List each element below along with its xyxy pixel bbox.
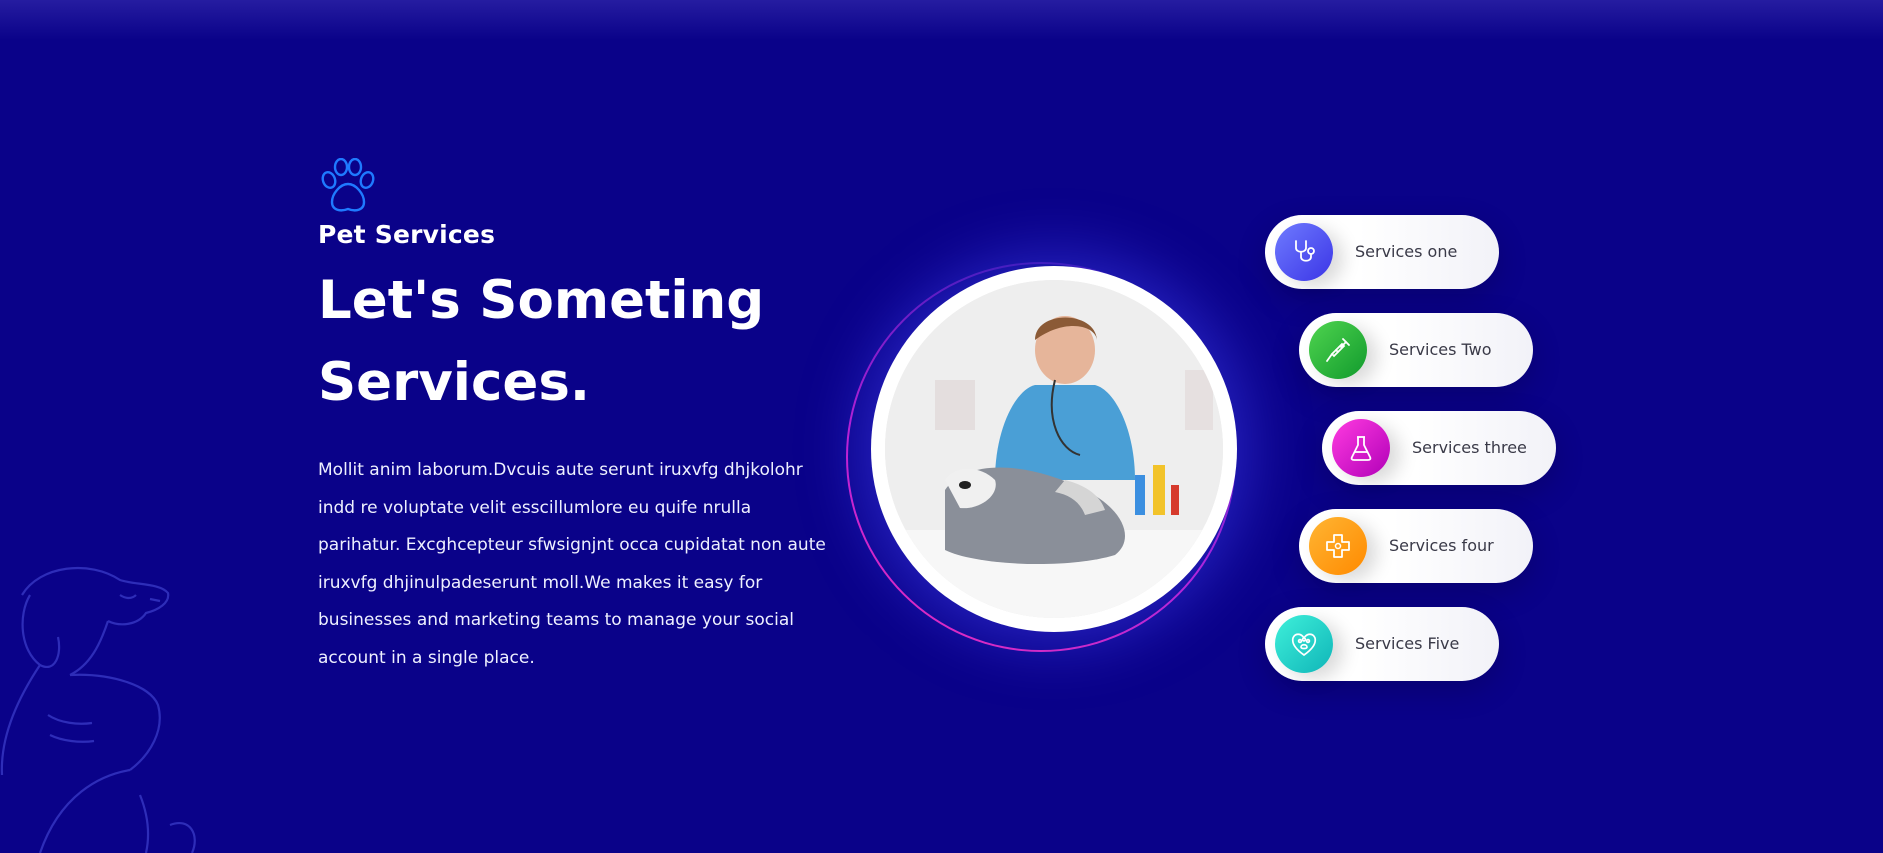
service-label: Services four	[1389, 536, 1494, 555]
medical-cross-icon	[1326, 534, 1350, 558]
service-label: Services three	[1412, 438, 1527, 457]
vet-with-dog-image	[885, 280, 1223, 618]
top-glow	[0, 0, 1883, 40]
service-icon-bubble	[1309, 517, 1367, 575]
service-card-four[interactable]: Services four	[1299, 509, 1533, 583]
service-card-one[interactable]: Services one	[1265, 215, 1499, 289]
stethoscope-icon	[1295, 240, 1315, 262]
vet-photo-frame	[846, 262, 1237, 652]
paw-icon	[321, 158, 375, 212]
photo-border	[871, 266, 1237, 632]
service-icon-bubble	[1275, 223, 1333, 281]
service-card-three[interactable]: Services three	[1322, 411, 1556, 485]
heart-paw-icon	[1291, 633, 1317, 656]
page-title-line-1: Let's Someting	[318, 270, 765, 331]
page-title: Let's Someting Services.	[318, 260, 838, 424]
dog-outline-illustration	[0, 566, 196, 853]
service-label: Services Two	[1389, 340, 1492, 359]
hero-description: Mollit anim laborum.Dvcuis aute serunt i…	[318, 460, 826, 668]
service-label: Services one	[1355, 242, 1458, 261]
flask-icon	[1350, 436, 1372, 461]
service-label: Services Five	[1355, 634, 1460, 653]
service-card-five[interactable]: Services Five	[1265, 607, 1499, 681]
hero-text-block: Pet Services Let's Someting Services. Mo…	[318, 158, 838, 678]
syringe-icon	[1326, 338, 1350, 362]
service-icon-bubble	[1275, 615, 1333, 673]
service-icon-bubble	[1309, 321, 1367, 379]
service-card-two[interactable]: Services Two	[1299, 313, 1533, 387]
page-title-line-2: Services.	[318, 352, 591, 413]
service-icon-bubble	[1332, 419, 1390, 477]
section-eyebrow: Pet Services	[318, 220, 496, 249]
